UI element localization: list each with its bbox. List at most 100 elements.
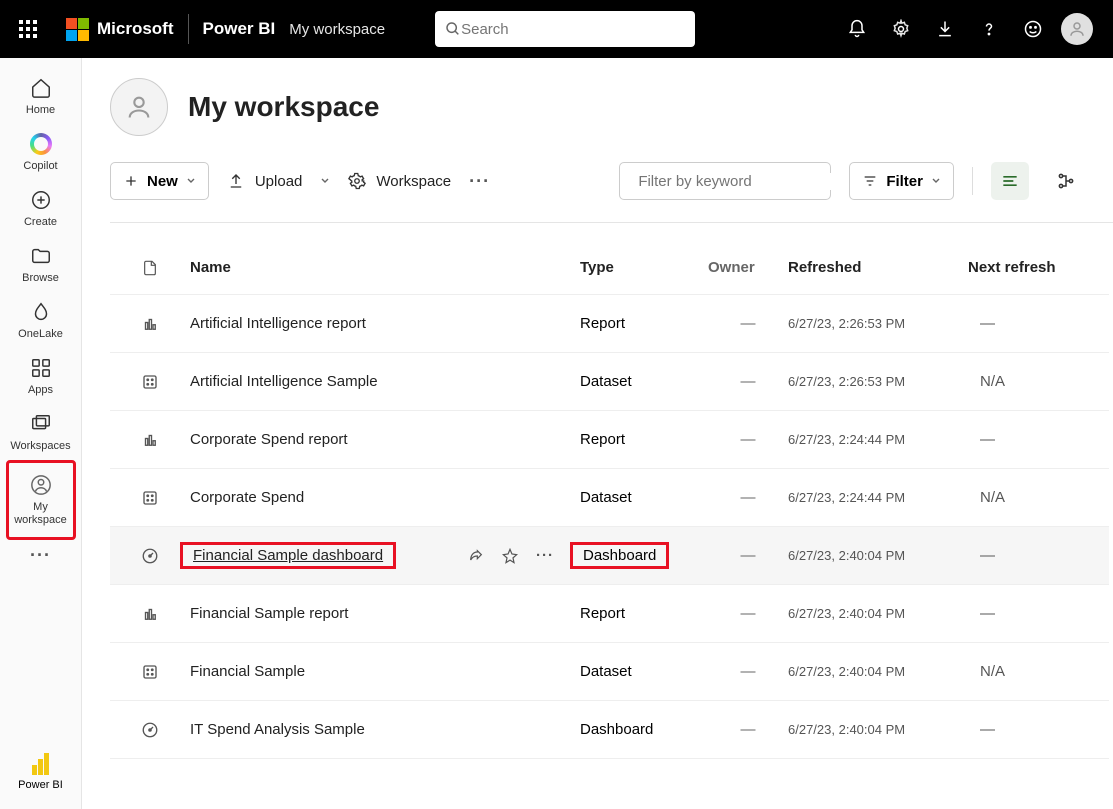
row-next: N/A bbox=[968, 489, 1088, 506]
table-row[interactable]: Financial Sample dashboard ··· Dashboard —6… bbox=[110, 527, 1109, 585]
star-icon bbox=[502, 548, 518, 564]
waffle-icon bbox=[19, 20, 37, 38]
row-name[interactable]: Corporate Spend report bbox=[190, 431, 348, 448]
row-name[interactable]: Financial Sample report bbox=[190, 605, 348, 622]
row-refreshed: 6/27/23, 2:40:04 PM bbox=[788, 548, 968, 563]
row-type-cell: Report bbox=[580, 315, 708, 332]
breadcrumb[interactable]: My workspace bbox=[289, 21, 385, 38]
row-icon bbox=[110, 431, 190, 449]
row-refreshed: 6/27/23, 2:26:53 PM bbox=[788, 374, 968, 389]
row-icon bbox=[110, 605, 190, 623]
table-row[interactable]: Financial Sample report···Report—6/27/23… bbox=[110, 585, 1109, 643]
nav-browse-label: Browse bbox=[22, 272, 59, 284]
chevron-down-icon bbox=[931, 176, 941, 186]
search-input[interactable] bbox=[461, 21, 685, 38]
nav-workspaces-label: Workspaces bbox=[10, 440, 70, 452]
row-refreshed: 6/27/23, 2:26:53 PM bbox=[788, 316, 968, 331]
header-type[interactable]: Type bbox=[580, 259, 708, 276]
new-button[interactable]: New bbox=[110, 162, 209, 200]
nav-home[interactable]: Home bbox=[6, 68, 76, 124]
row-type-cell: Dataset bbox=[580, 373, 708, 390]
nav-create[interactable]: Create bbox=[6, 180, 76, 236]
share-icon bbox=[468, 548, 484, 564]
filter-keyword[interactable] bbox=[619, 162, 831, 200]
filter-label: Filter bbox=[886, 173, 923, 190]
help-button[interactable] bbox=[969, 9, 1009, 49]
lineage-icon bbox=[1056, 171, 1076, 191]
global-search[interactable] bbox=[435, 11, 695, 47]
row-name[interactable]: Artificial Intelligence Sample bbox=[190, 373, 378, 390]
table-row[interactable]: Corporate Spend report···Report—6/27/23,… bbox=[110, 411, 1109, 469]
row-type-cell: Dataset bbox=[580, 663, 708, 680]
new-label: New bbox=[147, 173, 178, 190]
share-button[interactable] bbox=[468, 548, 484, 564]
list-view-button[interactable] bbox=[991, 162, 1029, 200]
nav-onelake[interactable]: OneLake bbox=[6, 292, 76, 348]
filter-button[interactable]: Filter bbox=[849, 162, 954, 200]
product-label[interactable]: Power BI bbox=[203, 19, 276, 39]
row-more-button[interactable]: ··· bbox=[536, 547, 554, 564]
upload-label: Upload bbox=[255, 173, 303, 190]
gear-icon bbox=[348, 172, 366, 190]
left-nav: Home Copilot Create Browse OneLake Apps … bbox=[0, 58, 82, 809]
list-icon bbox=[1000, 171, 1020, 191]
row-next: — bbox=[968, 431, 1088, 448]
header-owner[interactable]: Owner bbox=[708, 259, 788, 276]
nav-copilot[interactable]: Copilot bbox=[6, 124, 76, 180]
toolbar: New Upload Workspace ··· Filter bbox=[110, 162, 1113, 200]
header-icon[interactable] bbox=[110, 259, 190, 277]
gear-icon bbox=[891, 19, 911, 39]
row-type: Dashboard bbox=[570, 542, 669, 569]
upload-icon bbox=[227, 172, 245, 190]
microsoft-logo[interactable]: Microsoft bbox=[66, 18, 174, 41]
nav-browse[interactable]: Browse bbox=[6, 236, 76, 292]
table-row[interactable]: Financial Sample···Dataset—6/27/23, 2:40… bbox=[110, 643, 1109, 701]
row-type-cell: Dashboard bbox=[580, 721, 708, 738]
header-refreshed[interactable]: Refreshed bbox=[788, 259, 968, 276]
settings-button[interactable] bbox=[881, 9, 921, 49]
row-name[interactable]: Corporate Spend bbox=[190, 489, 304, 506]
favorite-button[interactable] bbox=[502, 548, 518, 564]
row-name[interactable]: Financial Sample bbox=[190, 663, 305, 680]
lineage-view-button[interactable] bbox=[1047, 162, 1085, 200]
account-button[interactable] bbox=[1057, 9, 1097, 49]
table-row[interactable]: Corporate Spend···Dataset—6/27/23, 2:24:… bbox=[110, 469, 1109, 527]
top-header: Microsoft Power BI My workspace bbox=[0, 0, 1113, 58]
nav-workspaces[interactable]: Workspaces bbox=[6, 404, 76, 460]
content-table: Name Type Owner Refreshed Next refresh A… bbox=[110, 241, 1113, 759]
table-row[interactable]: IT Spend Analysis Sample···Dashboard—6/2… bbox=[110, 701, 1109, 759]
row-next: — bbox=[968, 605, 1088, 622]
nav-more-button[interactable]: ··· bbox=[21, 540, 61, 570]
row-name[interactable]: IT Spend Analysis Sample bbox=[190, 721, 365, 738]
row-icon bbox=[110, 373, 190, 391]
table-row[interactable]: Artificial Intelligence Sample···Dataset… bbox=[110, 353, 1109, 411]
create-icon bbox=[29, 188, 53, 212]
nav-powerbi[interactable]: Power BI bbox=[6, 743, 76, 809]
row-name[interactable]: Financial Sample dashboard bbox=[180, 542, 396, 569]
app-launcher-button[interactable] bbox=[8, 9, 48, 49]
apps-icon bbox=[29, 356, 53, 380]
download-button[interactable] bbox=[925, 9, 965, 49]
notifications-button[interactable] bbox=[837, 9, 877, 49]
header-name[interactable]: Name bbox=[190, 259, 580, 276]
workspace-settings-label: Workspace bbox=[376, 173, 451, 190]
filter-input[interactable] bbox=[638, 173, 837, 190]
table-row[interactable]: Artificial Intelligence report···Report—… bbox=[110, 295, 1109, 353]
toolbar-more-button[interactable]: ··· bbox=[469, 171, 490, 192]
upload-button[interactable]: Upload bbox=[227, 172, 331, 190]
main-content: My workspace New Upload Workspace ··· Fi… bbox=[82, 58, 1113, 809]
bell-icon bbox=[847, 19, 867, 39]
row-owner: — bbox=[708, 431, 788, 448]
header-next[interactable]: Next refresh bbox=[968, 259, 1088, 276]
row-owner: — bbox=[708, 547, 788, 564]
feedback-button[interactable] bbox=[1013, 9, 1053, 49]
my-workspace-icon bbox=[29, 473, 53, 497]
page-title: My workspace bbox=[188, 91, 379, 123]
row-owner: — bbox=[708, 663, 788, 680]
nav-apps[interactable]: Apps bbox=[6, 348, 76, 404]
workspace-settings-button[interactable]: Workspace bbox=[348, 172, 451, 190]
nav-my-workspace[interactable]: My workspace bbox=[6, 460, 76, 540]
row-name[interactable]: Artificial Intelligence report bbox=[190, 315, 366, 332]
row-owner: — bbox=[708, 721, 788, 738]
chevron-down-icon bbox=[320, 176, 330, 186]
